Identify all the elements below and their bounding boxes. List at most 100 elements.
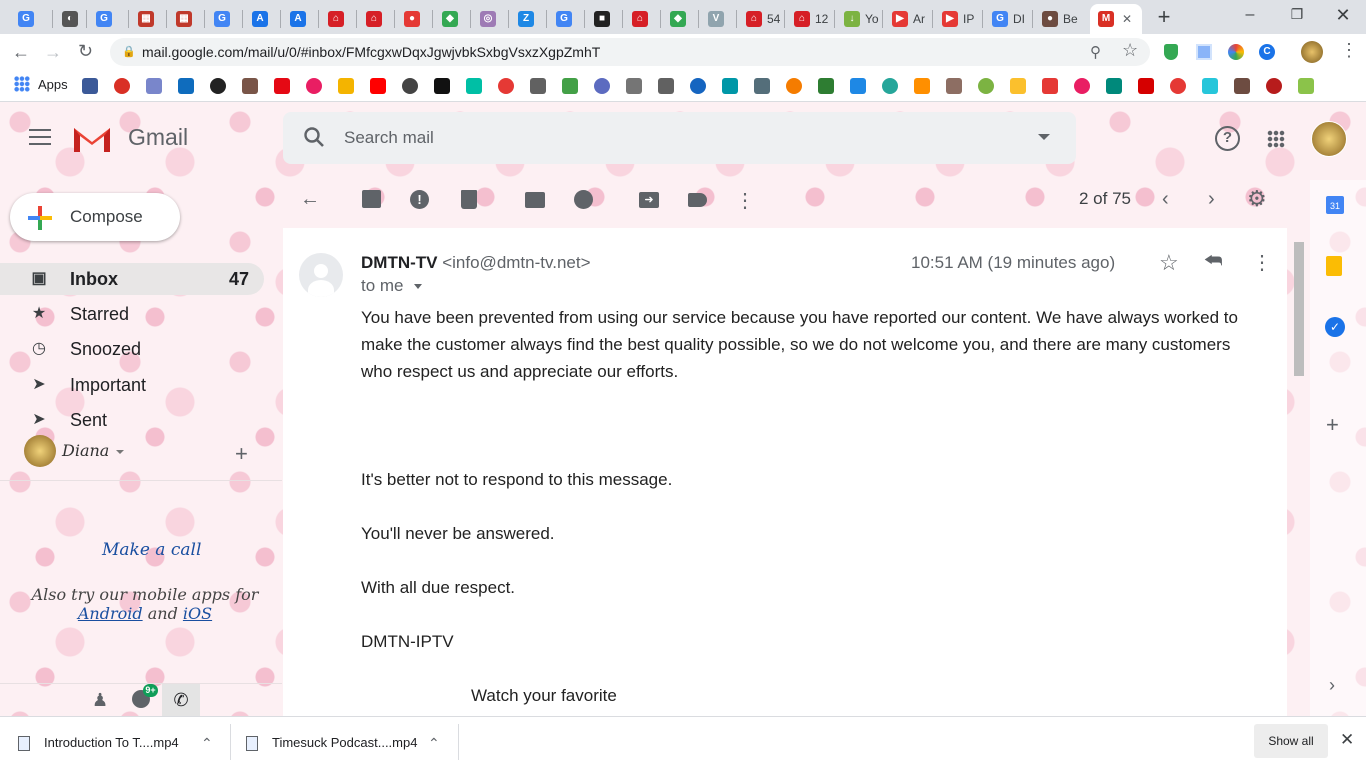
new-conversation-plus-icon[interactable]: + bbox=[235, 441, 248, 467]
browser-tab[interactable]: ▦ bbox=[130, 4, 168, 34]
download-item[interactable]: Timesuck Podcast....mp4 ⌃ bbox=[246, 728, 458, 758]
bookmark-icon[interactable] bbox=[882, 78, 898, 94]
bookmark-icon[interactable] bbox=[1202, 78, 1218, 94]
browser-tab[interactable]: G bbox=[548, 4, 586, 34]
calendar-icon[interactable]: 31 bbox=[1326, 196, 1344, 214]
bookmark-icon[interactable] bbox=[1170, 78, 1186, 94]
browser-tab[interactable]: ▶ IP bbox=[934, 4, 984, 34]
ios-link[interactable]: iOS bbox=[183, 604, 212, 623]
bookmark-icon[interactable] bbox=[562, 78, 578, 94]
minimize-button[interactable]: – bbox=[1240, 6, 1260, 26]
extension-color-icon[interactable] bbox=[1228, 44, 1244, 60]
nav-item-snoozed[interactable]: ◷ Snoozed bbox=[0, 333, 264, 365]
expand-panel-chevron-icon[interactable]: › bbox=[1329, 675, 1335, 696]
main-menu-icon[interactable] bbox=[29, 127, 51, 145]
browser-tab[interactable]: M ✕ bbox=[1090, 4, 1142, 34]
hangouts-avatar[interactable] bbox=[24, 435, 56, 467]
bookmark-icon[interactable] bbox=[82, 78, 98, 94]
account-avatar[interactable] bbox=[1311, 121, 1347, 157]
browser-tab[interactable]: ■ bbox=[586, 4, 624, 34]
browser-tab[interactable]: G bbox=[206, 4, 244, 34]
browser-tab[interactable]: A bbox=[244, 4, 282, 34]
download-item[interactable]: Introduction To T....mp4 ⌃ bbox=[18, 728, 230, 758]
bookmark-icon[interactable] bbox=[466, 78, 482, 94]
bookmark-icon[interactable] bbox=[1010, 78, 1026, 94]
browser-tab[interactable]: ⌂ 12 bbox=[786, 4, 836, 34]
bookmark-icon[interactable] bbox=[722, 78, 738, 94]
older-chevron-icon[interactable]: › bbox=[1208, 188, 1215, 211]
back-icon[interactable]: ← bbox=[12, 42, 30, 63]
close-window-button[interactable]: ✕ bbox=[1333, 5, 1353, 25]
bookmark-icon[interactable] bbox=[210, 78, 226, 94]
forward-icon[interactable]: → bbox=[44, 42, 62, 63]
profile-avatar[interactable] bbox=[1301, 41, 1323, 63]
download-options-chevron-icon[interactable]: ⌃ bbox=[428, 728, 440, 758]
browser-tab[interactable]: ▦ bbox=[168, 4, 206, 34]
show-all-button[interactable]: Show all bbox=[1254, 724, 1328, 758]
browser-tab[interactable]: G bbox=[10, 4, 54, 34]
scrollbar-thumb[interactable] bbox=[1294, 242, 1304, 376]
bookmark-icon[interactable] bbox=[1234, 78, 1250, 94]
more-options-icon[interactable]: ⋮ bbox=[735, 188, 755, 213]
hangouts-user-dropdown-icon[interactable] bbox=[116, 450, 124, 454]
bookmark-icon[interactable] bbox=[914, 78, 930, 94]
bookmark-icon[interactable] bbox=[786, 78, 802, 94]
close-tab-icon[interactable]: ✕ bbox=[1122, 12, 1132, 26]
back-to-inbox-icon[interactable]: ← bbox=[300, 188, 320, 211]
browser-tab[interactable]: ▶ Ar bbox=[884, 4, 934, 34]
snooze-icon[interactable] bbox=[574, 190, 593, 209]
bookmark-icon[interactable] bbox=[434, 78, 450, 94]
star-email-icon[interactable]: ☆ bbox=[1159, 250, 1179, 276]
bookmark-icon[interactable] bbox=[978, 78, 994, 94]
browser-tab[interactable]: ⌂ 54 bbox=[738, 4, 786, 34]
gmail-logo-icon[interactable] bbox=[72, 124, 112, 154]
keep-icon[interactable] bbox=[1326, 256, 1342, 276]
bookmark-icon[interactable] bbox=[402, 78, 418, 94]
bookmark-icon[interactable] bbox=[306, 78, 322, 94]
bookmark-icon[interactable] bbox=[818, 78, 834, 94]
browser-tab[interactable]: ● Be bbox=[1034, 4, 1090, 34]
report-spam-icon[interactable]: ! bbox=[410, 190, 429, 209]
contacts-person-icon[interactable]: ♟ bbox=[92, 690, 108, 711]
restore-button[interactable]: ❐ bbox=[1287, 6, 1307, 26]
bookmark-icon[interactable] bbox=[754, 78, 770, 94]
browser-tab[interactable]: ◐ bbox=[54, 4, 88, 34]
download-options-chevron-icon[interactable]: ⌃ bbox=[201, 728, 213, 758]
new-tab-button[interactable]: + bbox=[1150, 4, 1178, 30]
bookmark-icon[interactable] bbox=[1042, 78, 1058, 94]
browser-tab[interactable]: A bbox=[282, 4, 320, 34]
bookmark-icon[interactable] bbox=[1074, 78, 1090, 94]
bookmark-icon[interactable] bbox=[1266, 78, 1282, 94]
google-apps-icon[interactable] bbox=[1267, 130, 1285, 148]
bookmark-icon[interactable] bbox=[178, 78, 194, 94]
browser-tab[interactable]: ◆ bbox=[662, 4, 700, 34]
recipient-line[interactable]: to me bbox=[361, 276, 423, 296]
compose-button[interactable]: Compose bbox=[10, 193, 180, 241]
bookmark-icon[interactable] bbox=[1106, 78, 1122, 94]
recipient-dropdown-icon[interactable] bbox=[414, 284, 423, 290]
settings-gear-icon[interactable]: ⚙ bbox=[1247, 186, 1267, 212]
browser-tab[interactable]: ↓ Yo bbox=[836, 4, 884, 34]
bookmark-icon[interactable] bbox=[594, 78, 610, 94]
close-downloads-icon[interactable]: ✕ bbox=[1340, 730, 1354, 750]
browser-menu-icon[interactable]: ⋮ bbox=[1340, 40, 1358, 61]
search-icon[interactable] bbox=[303, 126, 325, 153]
bookmark-icon[interactable] bbox=[946, 78, 962, 94]
bookmark-icon[interactable] bbox=[114, 78, 130, 94]
reload-icon[interactable]: ↻ bbox=[78, 41, 93, 62]
nav-item-sent[interactable]: ➤ Sent bbox=[0, 404, 264, 436]
reply-icon[interactable]: ⮪ bbox=[1204, 250, 1223, 273]
bookmark-star-icon[interactable]: ☆ bbox=[1122, 40, 1138, 61]
bookmark-icon[interactable] bbox=[1298, 78, 1314, 94]
delete-icon[interactable] bbox=[461, 190, 477, 209]
browser-tab[interactable]: Z bbox=[510, 4, 548, 34]
browser-tab[interactable]: ⌂ bbox=[358, 4, 396, 34]
labels-icon[interactable] bbox=[688, 193, 707, 207]
bookmark-icon[interactable] bbox=[530, 78, 546, 94]
newer-chevron-icon[interactable]: ‹ bbox=[1162, 188, 1169, 211]
bookmark-icon[interactable] bbox=[626, 78, 642, 94]
browser-tab[interactable]: ⌂ bbox=[320, 4, 358, 34]
bookmark-icon[interactable] bbox=[242, 78, 258, 94]
hangouts-user-name[interactable]: Diana bbox=[62, 441, 109, 460]
phone-icon[interactable]: ✆ bbox=[162, 684, 200, 716]
